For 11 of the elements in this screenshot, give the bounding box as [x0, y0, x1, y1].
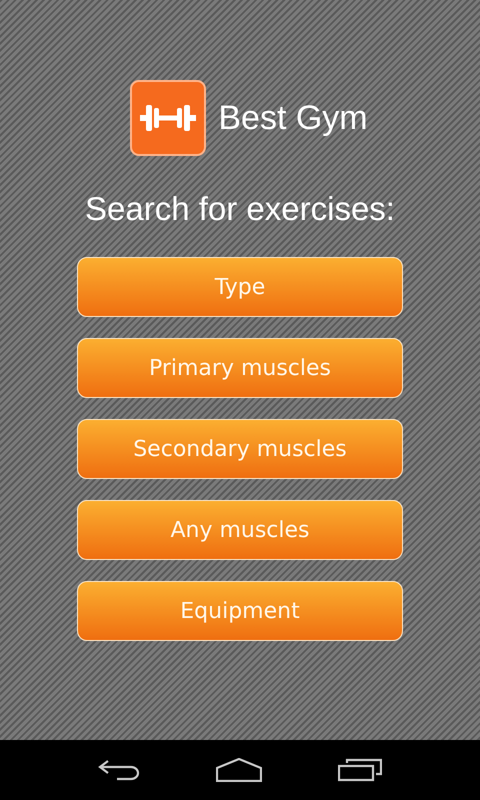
dumbbell-logo-icon — [130, 80, 206, 156]
search-option-button[interactable]: Any muscles — [77, 500, 403, 560]
home-icon[interactable] — [216, 758, 262, 782]
search-heading: Search for exercises: — [85, 190, 395, 228]
recent-apps-icon[interactable] — [338, 758, 382, 782]
search-option-button[interactable]: Type — [77, 257, 403, 317]
app-title: Best Gym — [218, 98, 368, 138]
search-option-button[interactable]: Primary muscles — [77, 338, 403, 398]
search-option-button[interactable]: Secondary muscles — [77, 419, 403, 479]
back-icon[interactable] — [98, 758, 140, 782]
search-option-button[interactable]: Equipment — [77, 581, 403, 641]
